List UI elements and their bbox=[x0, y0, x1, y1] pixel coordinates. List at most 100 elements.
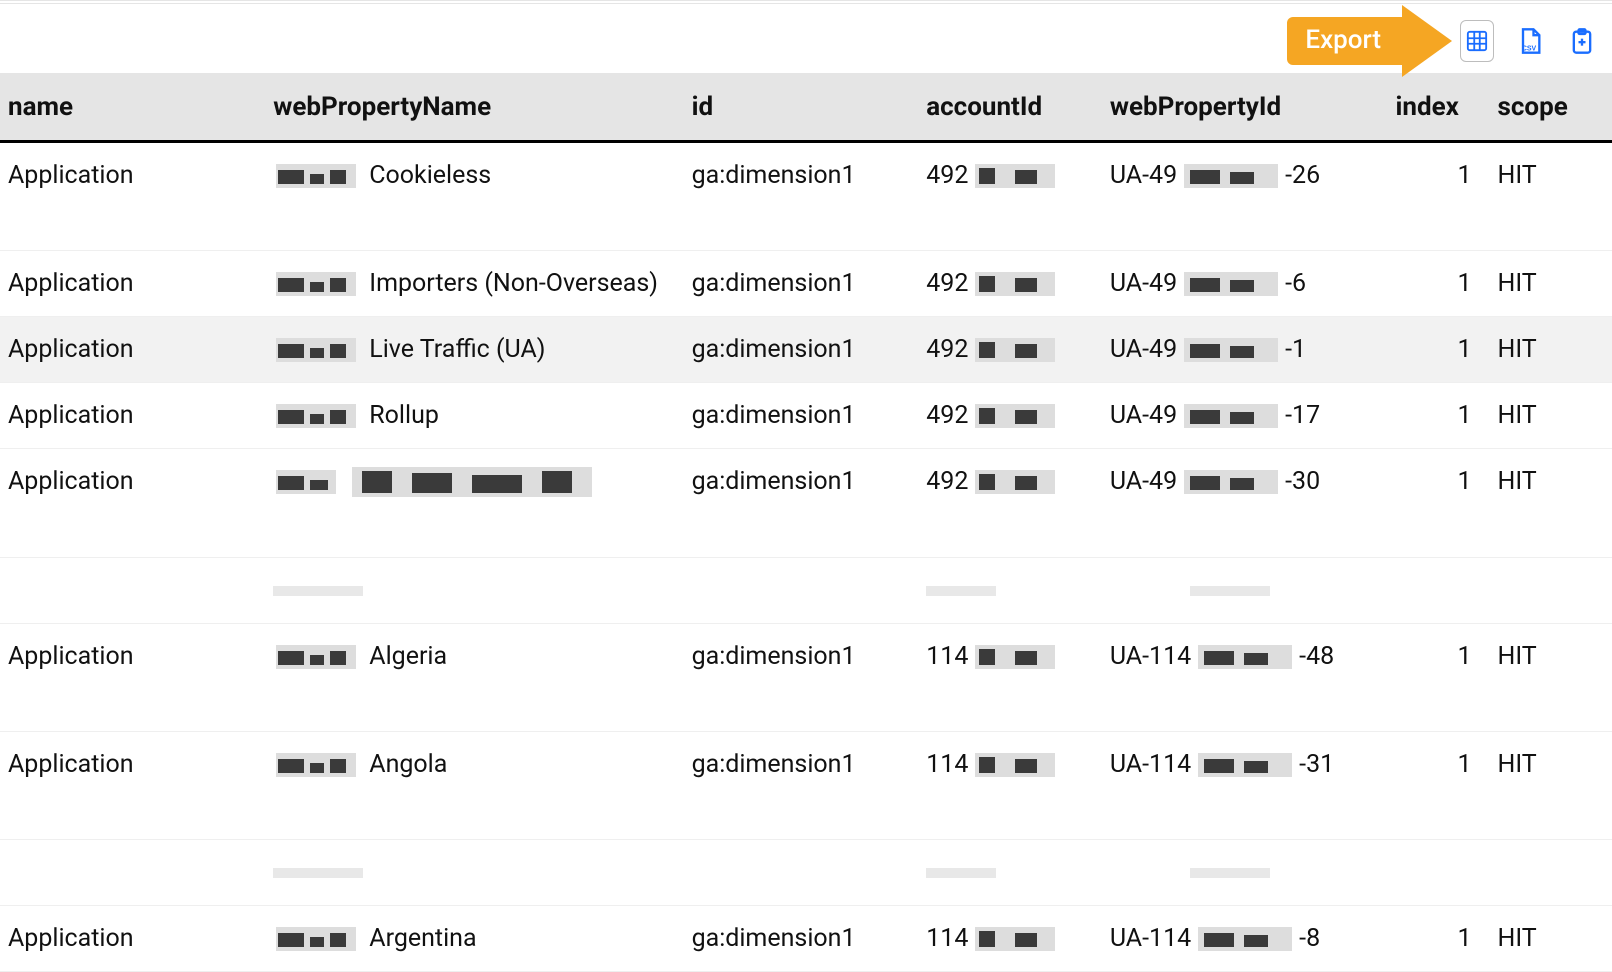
webPropertyName-suffix: Angola bbox=[369, 750, 447, 779]
toolbar: Export CSV bbox=[0, 9, 1612, 74]
cell-webPropertyName: Argentina bbox=[265, 906, 683, 972]
webPropertyId-suffix: -26 bbox=[1285, 161, 1320, 190]
results-table: name webPropertyName id accountId webPro… bbox=[0, 74, 1612, 972]
cell-name: Application bbox=[0, 449, 265, 558]
export-csv-button[interactable]: CSV bbox=[1514, 25, 1546, 57]
accountId-prefix: 492 bbox=[926, 269, 968, 298]
cell-webPropertyName: Live Traffic (UA) bbox=[265, 317, 683, 383]
cell-index: 1 bbox=[1388, 906, 1490, 972]
webPropertyId-prefix: UA-114 bbox=[1110, 750, 1191, 779]
table-row[interactable]: Application ga:dimension1 492 UA-49 -30 … bbox=[0, 449, 1612, 558]
cell-accountId: 492 bbox=[918, 317, 1102, 383]
cell-index: 1 bbox=[1388, 624, 1490, 732]
webPropertyName-suffix: Argentina bbox=[369, 924, 476, 953]
cell-webPropertyId: UA-49 -17 bbox=[1102, 383, 1388, 449]
cell-id: ga:dimension1 bbox=[684, 906, 919, 972]
webPropertyName-suffix: Algeria bbox=[369, 642, 447, 671]
col-webPropertyId[interactable]: webPropertyId bbox=[1102, 74, 1388, 142]
cell-name: Application bbox=[0, 906, 265, 972]
clipboard-icon bbox=[1568, 27, 1596, 55]
cell-accountId: 492 bbox=[918, 142, 1102, 251]
cell-name: Application bbox=[0, 624, 265, 732]
webPropertyId-suffix: -31 bbox=[1299, 750, 1334, 779]
accountId-prefix: 492 bbox=[926, 467, 968, 496]
export-callout-arrow: Export bbox=[1287, 17, 1452, 65]
cell-webPropertyName: Rollup bbox=[265, 383, 683, 449]
webPropertyId-prefix: UA-49 bbox=[1110, 161, 1177, 190]
cell-name: Application bbox=[0, 383, 265, 449]
table-row[interactable]: Application Rollup ga:dimension1 492 UA-… bbox=[0, 383, 1612, 449]
cell-index: 1 bbox=[1388, 732, 1490, 840]
cell-accountId: 114 bbox=[918, 624, 1102, 732]
accountId-prefix: 492 bbox=[926, 335, 968, 364]
cell-id: ga:dimension1 bbox=[684, 383, 919, 449]
webPropertyId-suffix: -17 bbox=[1285, 401, 1320, 430]
col-webPropertyName[interactable]: webPropertyName bbox=[265, 74, 683, 142]
cell-name: Application bbox=[0, 142, 265, 251]
cell-webPropertyName: Importers (Non-Overseas) bbox=[265, 251, 683, 317]
table-row[interactable]: Application Cookieless ga:dimension1 492… bbox=[0, 142, 1612, 251]
webPropertyId-suffix: -8 bbox=[1299, 924, 1320, 953]
webPropertyName-suffix: Cookieless bbox=[369, 161, 491, 190]
cell-webPropertyId: UA-49 -26 bbox=[1102, 142, 1388, 251]
cell-webPropertyId: UA-49 -30 bbox=[1102, 449, 1388, 558]
col-id[interactable]: id bbox=[684, 74, 919, 142]
cell-id: ga:dimension1 bbox=[684, 317, 919, 383]
cell-scope: HIT bbox=[1490, 317, 1612, 383]
webPropertyId-prefix: UA-49 bbox=[1110, 269, 1177, 298]
cell-id: ga:dimension1 bbox=[684, 624, 919, 732]
cell-name: Application bbox=[0, 251, 265, 317]
col-scope[interactable]: scope bbox=[1490, 74, 1612, 142]
cell-id: ga:dimension1 bbox=[684, 142, 919, 251]
cell-scope: HIT bbox=[1490, 251, 1612, 317]
table-row[interactable]: Application Argentina ga:dimension1 114 … bbox=[0, 906, 1612, 972]
cell-accountId: 114 bbox=[918, 732, 1102, 840]
webPropertyId-suffix: -1 bbox=[1285, 335, 1306, 364]
webPropertyId-prefix: UA-49 bbox=[1110, 401, 1177, 430]
cell-webPropertyName bbox=[265, 449, 683, 558]
col-index[interactable]: index bbox=[1388, 74, 1490, 142]
accountId-prefix: 492 bbox=[926, 401, 968, 430]
cell-webPropertyId: UA-114 -48 bbox=[1102, 624, 1388, 732]
webPropertyName-suffix: Importers (Non-Overseas) bbox=[369, 269, 658, 298]
file-csv-icon: CSV bbox=[1516, 27, 1544, 55]
cell-name: Application bbox=[0, 317, 265, 383]
cell-accountId: 114 bbox=[918, 906, 1102, 972]
cell-accountId: 492 bbox=[918, 251, 1102, 317]
copy-clipboard-button[interactable] bbox=[1566, 25, 1598, 57]
table-row[interactable]: Application Algeria ga:dimension1 114 UA… bbox=[0, 624, 1612, 732]
export-sheets-button[interactable] bbox=[1460, 20, 1494, 62]
cell-scope: HIT bbox=[1490, 732, 1612, 840]
cell-id: ga:dimension1 bbox=[684, 732, 919, 840]
cell-webPropertyId: UA-49 -1 bbox=[1102, 317, 1388, 383]
cell-webPropertyName: Algeria bbox=[265, 624, 683, 732]
webPropertyId-prefix: UA-49 bbox=[1110, 335, 1177, 364]
table-row[interactable]: Application Live Traffic (UA) ga:dimensi… bbox=[0, 317, 1612, 383]
col-name[interactable]: name bbox=[0, 74, 265, 142]
webPropertyId-suffix: -6 bbox=[1285, 269, 1306, 298]
group-gap bbox=[0, 558, 1612, 624]
webPropertyId-suffix: -30 bbox=[1285, 467, 1320, 496]
accountId-prefix: 492 bbox=[926, 161, 968, 190]
cell-index: 1 bbox=[1388, 142, 1490, 251]
table-header-row: name webPropertyName id accountId webPro… bbox=[0, 74, 1612, 142]
webPropertyId-prefix: UA-114 bbox=[1110, 642, 1191, 671]
cell-webPropertyId: UA-114 -31 bbox=[1102, 732, 1388, 840]
webPropertyId-prefix: UA-114 bbox=[1110, 924, 1191, 953]
cell-index: 1 bbox=[1388, 251, 1490, 317]
webPropertyName-suffix: Live Traffic (UA) bbox=[369, 335, 545, 364]
cell-index: 1 bbox=[1388, 317, 1490, 383]
webPropertyId-suffix: -48 bbox=[1299, 642, 1334, 671]
cell-scope: HIT bbox=[1490, 449, 1612, 558]
table-row[interactable]: Application Angola ga:dimension1 114 UA-… bbox=[0, 732, 1612, 840]
col-accountId[interactable]: accountId bbox=[918, 74, 1102, 142]
cell-accountId: 492 bbox=[918, 383, 1102, 449]
cell-id: ga:dimension1 bbox=[684, 251, 919, 317]
svg-text:CSV: CSV bbox=[1522, 45, 1537, 52]
cell-scope: HIT bbox=[1490, 383, 1612, 449]
table-row[interactable]: Application Importers (Non-Overseas) ga:… bbox=[0, 251, 1612, 317]
cell-name: Application bbox=[0, 732, 265, 840]
arrow-right-icon bbox=[1402, 5, 1452, 77]
cell-scope: HIT bbox=[1490, 142, 1612, 251]
cell-index: 1 bbox=[1388, 383, 1490, 449]
